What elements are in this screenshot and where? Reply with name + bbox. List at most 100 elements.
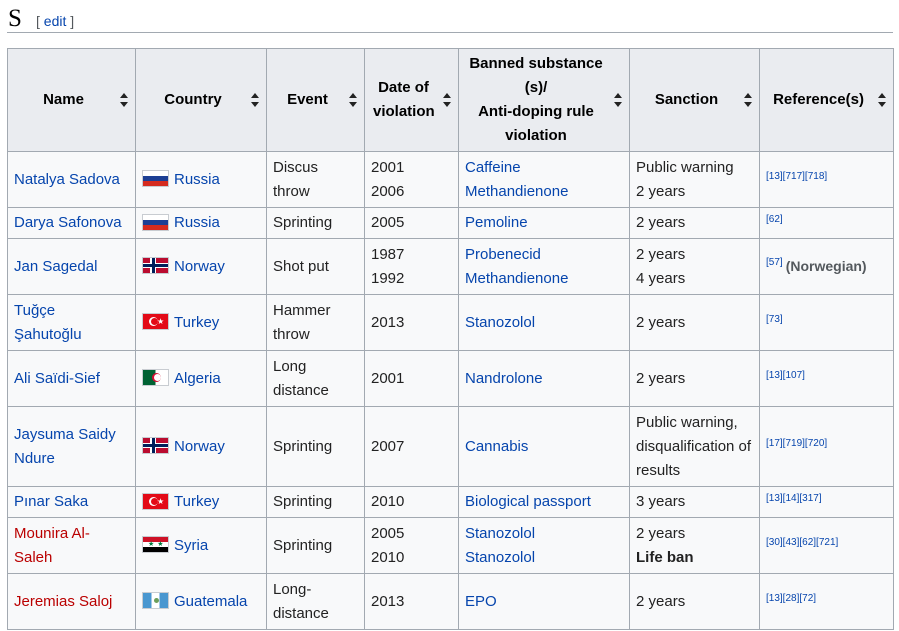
cell-substance: Biological passport — [458, 486, 630, 518]
country-link[interactable]: Russia — [174, 214, 220, 231]
table-row: Pınar Saka ★ Turkey Sprinting 2010 Biolog… — [7, 486, 894, 518]
reference-links[interactable]: [30][43][62][721] — [766, 537, 838, 548]
cell-event: Shot put — [266, 238, 365, 295]
cell-substance: Nandrolone — [458, 350, 630, 407]
substance-link[interactable]: Nandrolone — [465, 370, 543, 387]
cell-date: 2010 — [364, 486, 459, 518]
cell-substance: Cannabis — [458, 406, 630, 487]
cell-name: Mounira Al- Saleh — [7, 517, 136, 574]
cell-date: 2005 2010 — [364, 517, 459, 574]
athlete-link[interactable]: Tuğçe Şahutoğlu — [14, 299, 129, 347]
cell-event: Sprinting — [266, 486, 365, 518]
reference-links[interactable]: [13][107] — [766, 370, 805, 381]
country-link[interactable]: Norway — [174, 258, 225, 275]
cell-references: [13][107] — [759, 350, 894, 407]
russia-flag-icon — [142, 213, 169, 231]
cell-references: [62] — [759, 207, 894, 239]
header-event[interactable]: Event — [266, 48, 365, 152]
athlete-link[interactable]: Natalya Sadova — [14, 171, 120, 188]
substance-link[interactable]: Stanozolol — [465, 314, 535, 331]
cell-date: 2013 — [364, 294, 459, 351]
table-row: Jaysuma Saidy Ndure Norway Sprinting 2007… — [7, 406, 894, 487]
cell-substance: EPO — [458, 573, 630, 630]
substance-link[interactable]: Methandienone — [465, 180, 623, 204]
country-link[interactable]: Syria — [174, 537, 208, 554]
header-references[interactable]: Reference(s) — [759, 48, 894, 152]
header-sanction[interactable]: Sanction — [629, 48, 760, 152]
cell-references: [13][14][317] — [759, 486, 894, 518]
cell-references: [13][717][718] — [759, 151, 894, 208]
substance-link[interactable]: Stanozolol — [465, 546, 623, 570]
athlete-redlink[interactable]: Mounira Al- Saleh — [14, 522, 129, 570]
athlete-link[interactable]: Jaysuma Saidy Ndure — [14, 423, 129, 471]
cell-event: Sprinting — [266, 406, 365, 487]
cell-substance: Caffeine Methandienone — [458, 151, 630, 208]
table-row: Jan Sagedal Norway Shot put 1987 1992 Pro… — [7, 238, 894, 295]
athlete-link[interactable]: Jan Sagedal — [14, 258, 97, 275]
substance-link[interactable]: Methandienone — [465, 267, 623, 291]
athlete-link[interactable]: Pınar Saka — [14, 493, 88, 510]
reference-links[interactable]: [62] — [766, 214, 783, 225]
reference-links[interactable]: [73] — [766, 314, 783, 325]
country-link[interactable]: Algeria — [174, 370, 221, 387]
substance-link[interactable]: Pemoline — [465, 214, 528, 231]
substance-link[interactable]: Caffeine — [465, 156, 623, 180]
reference-links[interactable]: [13][28][72] — [766, 593, 816, 604]
athlete-redlink[interactable]: Jeremias Saloj — [14, 593, 112, 610]
sort-icon[interactable] — [443, 93, 451, 107]
reference-links[interactable]: [13][14][317] — [766, 493, 822, 504]
sort-icon[interactable] — [614, 93, 622, 107]
cell-references: [17][719][720] — [759, 406, 894, 487]
country-link[interactable]: Turkey — [174, 314, 219, 331]
turkey-flag-icon: ★ — [142, 313, 169, 331]
sort-icon[interactable] — [878, 93, 886, 107]
substance-link[interactable]: Cannabis — [465, 438, 528, 455]
cell-sanction: 2 years — [629, 573, 760, 630]
section-heading: S [ edit ] — [7, 4, 893, 33]
header-country[interactable]: Country — [135, 48, 267, 152]
doping-table: Name Country Event Date of violation Bann… — [7, 48, 894, 630]
cell-country: Norway — [135, 238, 267, 295]
table-row: Mounira Al- Saleh ★★ Syria Sprinting 2005 2… — [7, 517, 894, 574]
cell-name: Jeremias Saloj — [7, 573, 136, 630]
sort-icon[interactable] — [120, 93, 128, 107]
reference-links[interactable]: [13][717][718] — [766, 171, 827, 182]
header-date[interactable]: Date of violation — [364, 48, 459, 152]
country-link[interactable]: Norway — [174, 438, 225, 455]
sort-icon[interactable] — [744, 93, 752, 107]
sort-icon[interactable] — [349, 93, 357, 107]
cell-substance: Stanozolol Stanozolol — [458, 517, 630, 574]
table-row: Natalya Sadova Russia Discus throw 2001 2… — [7, 151, 894, 208]
sort-icon[interactable] — [251, 93, 259, 107]
substance-link[interactable]: EPO — [465, 593, 497, 610]
cell-country: ★ Turkey — [135, 486, 267, 518]
table-row: Tuğçe Şahutoğlu ★ Turkey Hammer throw 2013 … — [7, 294, 894, 351]
substance-link[interactable]: Probenecid — [465, 243, 623, 267]
cell-country: Algeria — [135, 350, 267, 407]
athlete-link[interactable]: Ali Saïdi-Sief — [14, 370, 100, 387]
cell-name: Darya Safonova — [7, 207, 136, 239]
table-row: Darya Safonova Russia Sprinting 2005 Pem… — [7, 207, 894, 239]
cell-references: [30][43][62][721] — [759, 517, 894, 574]
cell-name: Jan Sagedal — [7, 238, 136, 295]
header-name[interactable]: Name — [7, 48, 136, 152]
substance-link[interactable]: Stanozolol — [465, 522, 623, 546]
cell-sanction: Public warning, disqualification of result… — [629, 406, 760, 487]
cell-sanction: 2 years 4 years — [629, 238, 760, 295]
cell-sanction: Public warning 2 years — [629, 151, 760, 208]
cell-substance: Probenecid Methandienone — [458, 238, 630, 295]
cell-sanction: 2 years — [629, 350, 760, 407]
reference-links[interactable]: [17][719][720] — [766, 438, 827, 449]
edit-link[interactable]: edit — [44, 13, 67, 29]
reference-links[interactable]: [57] — [766, 257, 783, 268]
cell-date: 2005 — [364, 207, 459, 239]
country-link[interactable]: Russia — [174, 171, 220, 188]
header-substance[interactable]: Banned substance (s)/Anti-doping rule viol… — [458, 48, 630, 152]
cell-name: Tuğçe Şahutoğlu — [7, 294, 136, 351]
country-link[interactable]: Guatemala — [174, 593, 247, 610]
country-link[interactable]: Turkey — [174, 493, 219, 510]
cell-date: 2001 — [364, 350, 459, 407]
substance-link[interactable]: Biological passport — [465, 493, 591, 510]
athlete-link[interactable]: Darya Safonova — [14, 214, 122, 231]
cell-date: 2013 — [364, 573, 459, 630]
